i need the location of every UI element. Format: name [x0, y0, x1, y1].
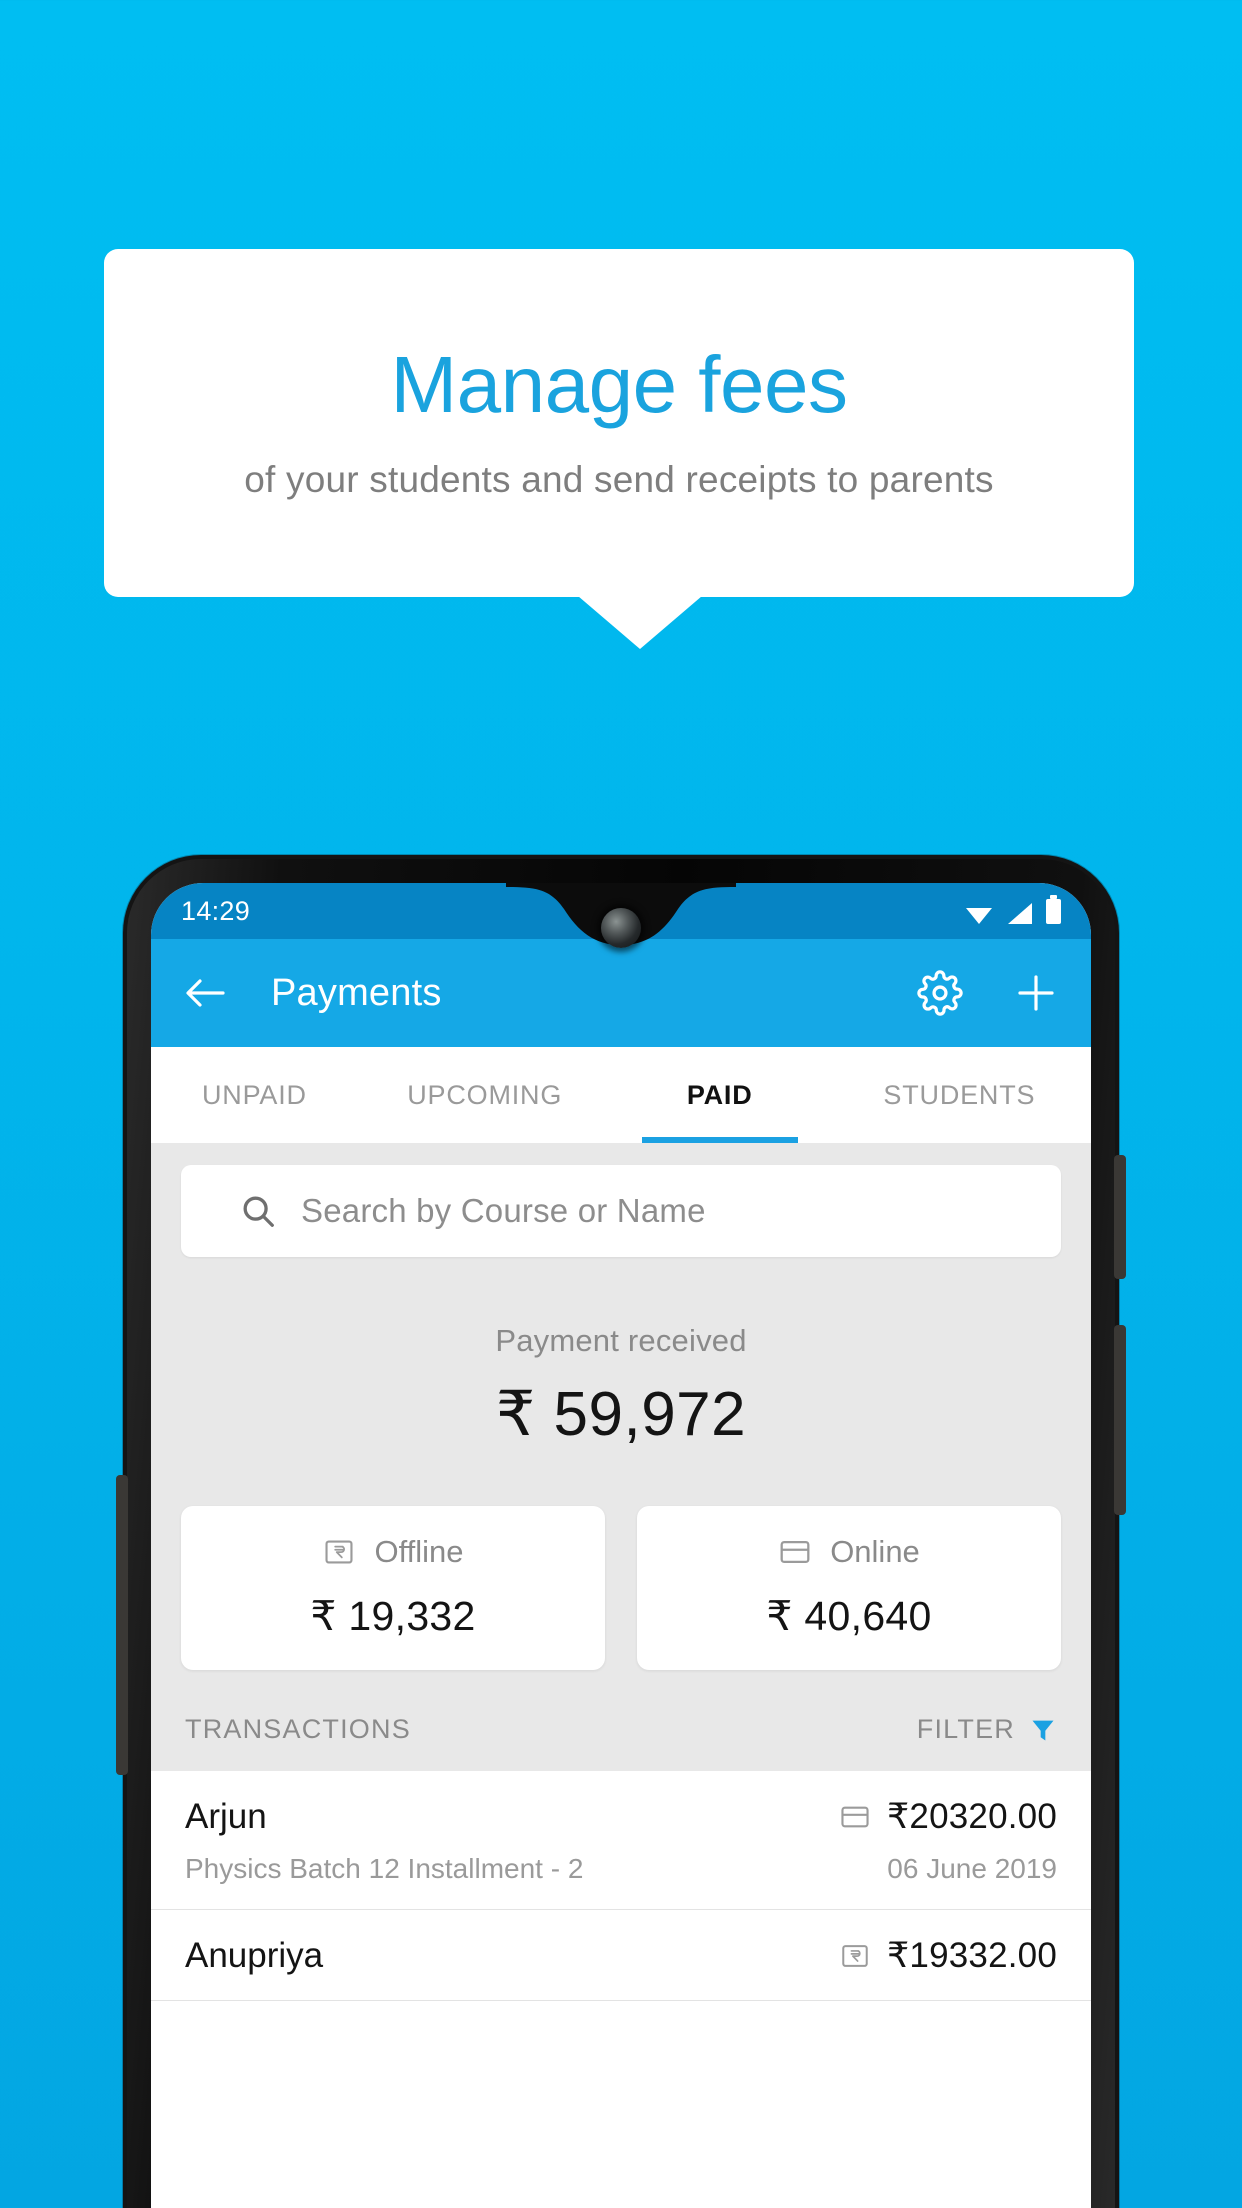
tab-paid[interactable]: PAID [612, 1047, 828, 1143]
plus-icon[interactable] [1015, 972, 1057, 1014]
filter-button[interactable]: FILTER [917, 1714, 1057, 1745]
wifi-icon [966, 904, 992, 924]
back-button[interactable] [185, 976, 225, 1010]
phone-device-frame: 14:29 Payments UNPAID UPCOMING PAID STUD… [116, 855, 1126, 2208]
rupee-note-icon [839, 1940, 871, 1972]
transaction-date: 06 June 2019 [887, 1853, 1057, 1884]
search-icon [239, 1192, 277, 1230]
tab-bar: UNPAID UPCOMING PAID STUDENTS [151, 1047, 1091, 1143]
search-input[interactable]: Search by Course or Name [181, 1165, 1061, 1257]
search-placeholder: Search by Course or Name [301, 1192, 706, 1229]
search-container: Search by Course or Name [151, 1143, 1091, 1283]
transaction-name: Anupriya [185, 1936, 324, 1975]
filter-label: FILTER [916, 1714, 1015, 1744]
offline-card[interactable]: Offline ₹ 19,332 [181, 1506, 605, 1670]
transaction-row-secondary: Physics Batch 12 Installment - 2 06 June… [185, 1853, 1057, 1885]
promo-card-pointer [578, 596, 702, 649]
signal-icon [1006, 902, 1032, 924]
status-bar: 14:29 [151, 883, 1091, 939]
tab-upcoming[interactable]: UPCOMING [358, 1047, 612, 1143]
offline-card-label: Offline [374, 1534, 464, 1569]
transactions-list: Arjun ₹20320.00 Physics Batch 12 Install… [151, 1771, 1091, 2001]
funnel-icon [1029, 1716, 1057, 1744]
phone-button-right-lower[interactable] [1114, 1325, 1126, 1515]
promo-subtitle: of your students and send receipts to pa… [244, 459, 994, 500]
online-card-label: Online [830, 1534, 920, 1569]
transactions-header: TRANSACTIONS FILTER [151, 1670, 1091, 1771]
credit-card-icon [839, 1801, 871, 1833]
offline-card-amount: ₹ 19,332 [310, 1593, 476, 1639]
phone-screen: 14:29 Payments UNPAID UPCOMING PAID STUD… [151, 883, 1091, 2208]
battery-icon [1046, 894, 1061, 924]
online-card-head: Online [637, 1534, 1061, 1570]
tab-students[interactable]: STUDENTS [828, 1047, 1091, 1143]
transaction-row-primary: Anupriya ₹19332.00 [185, 1936, 1057, 1976]
rupee-note-icon [322, 1535, 356, 1569]
transaction-description: Physics Batch 12 Installment - 2 [185, 1853, 584, 1884]
online-card-amount: ₹ 40,640 [766, 1593, 932, 1639]
content-area: Search by Course or Name Payment receive… [151, 1143, 1091, 1771]
promo-title: Manage fees [390, 340, 848, 429]
transaction-amount: ₹20320.00 [886, 1797, 1057, 1836]
offline-card-head: Offline [181, 1534, 605, 1570]
phone-button-right-upper[interactable] [1114, 1155, 1126, 1279]
status-icons [966, 894, 1061, 924]
credit-card-icon [778, 1535, 812, 1569]
online-card[interactable]: Online ₹ 40,640 [637, 1506, 1061, 1670]
transaction-name: Arjun [185, 1797, 267, 1836]
phone-button-left[interactable] [116, 1475, 128, 1775]
transaction-amount-group: ₹20320.00 [839, 1797, 1057, 1837]
transaction-amount: ₹19332.00 [886, 1936, 1057, 1975]
payment-received-amount: ₹ 59,972 [495, 1380, 747, 1449]
page-title: Payments [271, 971, 442, 1014]
table-row[interactable]: Arjun ₹20320.00 Physics Batch 12 Install… [151, 1771, 1091, 1910]
app-bar: Payments [151, 939, 1091, 1047]
transaction-row-primary: Arjun ₹20320.00 [185, 1797, 1057, 1837]
promo-card: Manage fees of your students and send re… [104, 249, 1134, 597]
gear-icon[interactable] [917, 970, 963, 1016]
status-time: 14:29 [181, 895, 251, 926]
transactions-label: TRANSACTIONS [185, 1714, 411, 1744]
transaction-amount-group: ₹19332.00 [839, 1936, 1057, 1976]
payment-received-label: Payment received [495, 1323, 747, 1358]
tab-unpaid[interactable]: UNPAID [151, 1047, 358, 1143]
payment-method-cards: Offline ₹ 19,332 Online ₹ 40,640 [151, 1460, 1091, 1670]
app-bar-actions [917, 970, 1057, 1016]
payment-summary: Payment received ₹ 59,972 [151, 1283, 1091, 1460]
table-row[interactable]: Anupriya ₹19332.00 [151, 1910, 1091, 2001]
